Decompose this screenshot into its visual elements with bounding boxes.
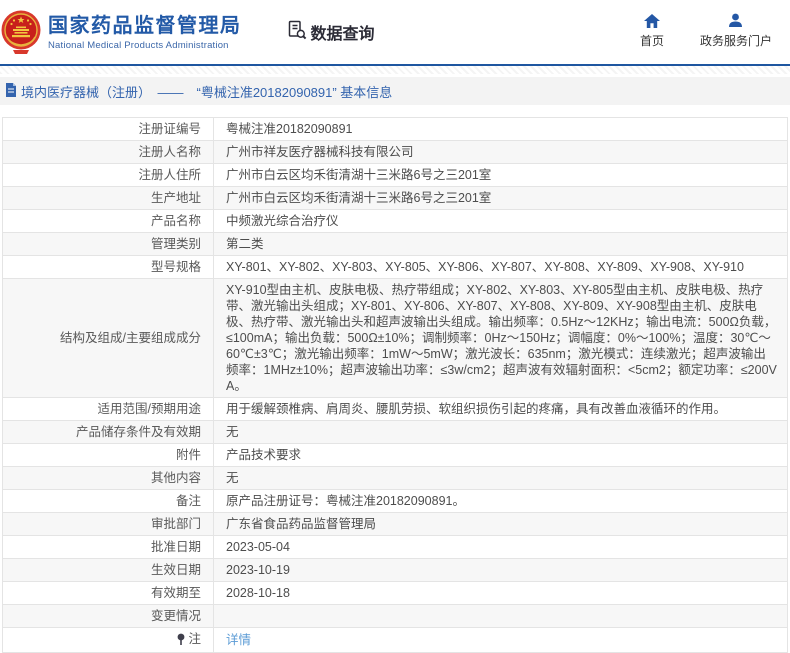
row-value: 广州市白云区均禾街清湖十三米路6号之三201室 [226, 168, 492, 182]
row-label: 附件 [175, 448, 201, 462]
row-value: XY-910型由主机、皮肤电极、热疗带组成；XY-802、XY-803、XY-8… [226, 283, 777, 393]
info-table: 注册证编号 粤械注准20182090891 注册人名称 广州市祥友医疗器械科技有… [2, 117, 788, 653]
row-label: 管理类别 [150, 237, 201, 251]
row-value: 无 [226, 471, 239, 485]
table-row: 其他内容 无 [2, 466, 788, 490]
row-value: 第二类 [226, 237, 264, 251]
row-label: 其他内容 [150, 471, 201, 485]
row-value: 产品技术要求 [226, 448, 302, 462]
row-label: 适用范围/预期用途 [97, 402, 201, 416]
table-row: 变更情况 [2, 604, 788, 628]
row-label: 备注 [175, 494, 201, 508]
row-label: 有效期至 [150, 586, 201, 600]
brand: 国家药品监督管理局 National Medical Products Admi… [0, 9, 242, 55]
row-label: 审批部门 [150, 517, 201, 531]
row-value: 粤械注准20182090891 [226, 122, 353, 136]
row-label: 生效日期 [150, 563, 201, 577]
row-value: 2023-05-04 [226, 540, 290, 554]
brand-text: 国家药品监督管理局 National Medical Products Admi… [48, 14, 242, 51]
nav-portal-label: 政务服务门户 [699, 34, 772, 48]
org-name-zh: 国家药品监督管理局 [48, 14, 242, 37]
table-row: 适用范围/预期用途 用于缓解颈椎病、肩周炎、腰肌劳损、软组织损伤引起的疼痛，具有… [2, 397, 788, 421]
data-query-label: 数据查询 [310, 26, 375, 43]
table-row: 附件 产品技术要求 [2, 443, 788, 467]
row-value: 2028-10-18 [226, 586, 290, 600]
row-label: 型号规格 [150, 260, 201, 274]
row-label: 注 [188, 632, 201, 646]
row-value: 无 [226, 425, 239, 439]
table-row: 产品名称 中频激光综合治疗仪 [2, 209, 788, 233]
user-icon [728, 12, 743, 28]
data-query-icon [287, 20, 307, 45]
nav-home[interactable]: 首页 [632, 12, 672, 49]
row-value: 2023-10-19 [226, 563, 290, 577]
header-hatch-strip [0, 66, 790, 74]
table-row: 注 详情 [2, 627, 788, 653]
row-label: 结构及组成/主要组成成分 [60, 331, 201, 345]
row-label: 注册人名称 [138, 145, 201, 159]
table-row: 产品储存条件及有效期 无 [2, 420, 788, 444]
table-row: 注册人名称 广州市祥友医疗器械科技有限公司 [2, 140, 788, 164]
row-label: 产品储存条件及有效期 [75, 425, 201, 439]
row-value: XY-801、XY-802、XY-803、XY-805、XY-806、XY-80… [226, 260, 744, 274]
nav-home-label: 首页 [639, 34, 664, 48]
row-value: 用于缓解颈椎病、肩周炎、腰肌劳损、软组织损伤引起的疼痛，具有改善血液循环的作用。 [226, 402, 727, 416]
data-query-link[interactable]: 数据查询 [287, 20, 375, 45]
table-row: 审批部门 广东省食品药品监督管理局 [2, 512, 788, 536]
detail-link[interactable]: 详情 [226, 633, 251, 647]
nav-portal[interactable]: 政务服务门户 [700, 12, 772, 49]
row-label: 产品名称 [150, 214, 201, 228]
breadcrumb: 境内医疗器械（注册） —— “粤械注准20182090891” 基本信息 [0, 77, 790, 105]
note-icon [176, 633, 186, 649]
breadcrumb-text: 境内医疗器械（注册） —— “粤械注准20182090891” 基本信息 [21, 84, 393, 100]
header-nav: 首页 政务服务门户 [632, 12, 772, 49]
row-value: 广州市白云区均禾街清湖十三米路6号之三201室 [226, 191, 492, 205]
table-row: 管理类别 第二类 [2, 232, 788, 256]
table-row: 注册证编号 粤械注准20182090891 [2, 117, 788, 141]
row-value: 原产品注册证号：粤械注准20182090891。 [226, 494, 465, 508]
document-icon [5, 82, 17, 100]
row-label: 生产地址 [150, 191, 201, 205]
row-label: 变更情况 [150, 609, 201, 623]
row-value: 广东省食品药品监督管理局 [226, 517, 377, 531]
table-row: 注册人住所 广州市白云区均禾街清湖十三米路6号之三201室 [2, 163, 788, 187]
table-row: 生效日期 2023-10-19 [2, 558, 788, 582]
row-value: 中频激光综合治疗仪 [226, 214, 339, 228]
table-row: 有效期至 2028-10-18 [2, 581, 788, 605]
table-row: 生产地址 广州市白云区均禾街清湖十三米路6号之三201室 [2, 186, 788, 210]
table-row: 型号规格 XY-801、XY-802、XY-803、XY-805、XY-806、… [2, 255, 788, 279]
table-row: 结构及组成/主要组成成分 XY-910型由主机、皮肤电极、热疗带组成；XY-80… [2, 278, 788, 398]
national-emblem-logo [1, 9, 41, 55]
org-name-en: National Medical Products Administration [48, 39, 229, 51]
row-value: 广州市祥友医疗器械科技有限公司 [226, 145, 414, 159]
site-header: 国家药品监督管理局 National Medical Products Admi… [0, 0, 790, 66]
row-label: 注册证编号 [138, 122, 201, 136]
home-icon [643, 12, 660, 28]
table-row: 备注 原产品注册证号：粤械注准20182090891。 [2, 489, 788, 513]
table-row: 批准日期 2023-05-04 [2, 535, 788, 559]
row-label: 注册人住所 [138, 168, 201, 182]
row-label: 批准日期 [150, 540, 201, 554]
